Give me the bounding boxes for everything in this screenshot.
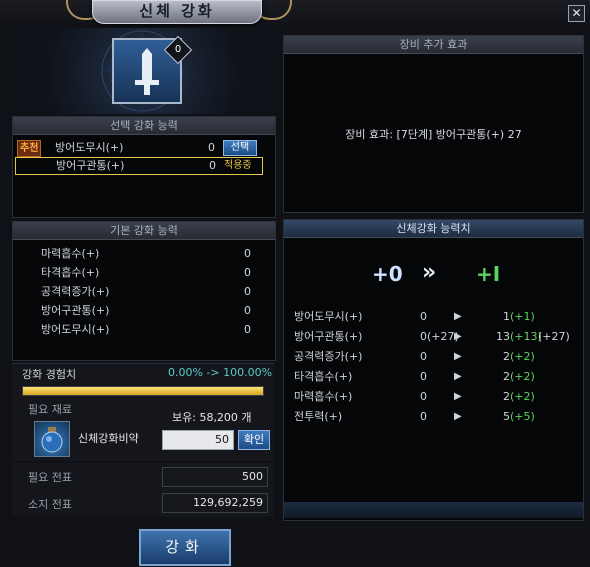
stats-footer xyxy=(284,502,583,518)
experience-bar xyxy=(22,386,264,396)
equip-effect-text: 장비 효과: [7단계] 방어구관통(+) 27 xyxy=(345,128,522,141)
owned-tickets-label: 소지 전표 xyxy=(28,498,72,511)
ability-value: 0 xyxy=(244,285,251,298)
owned-count: 보유: 58,200 개 xyxy=(172,411,252,424)
cost-section: 필요 전표 500 소지 전표 129,692,259 xyxy=(12,463,274,517)
owned-tickets-value: 129,692,259 xyxy=(162,493,268,513)
stats-header: 신체강화 능력치 xyxy=(284,220,583,238)
stat-before: 0 xyxy=(420,370,427,383)
select-button[interactable]: 선택 xyxy=(223,140,257,156)
ability-value: 0 xyxy=(244,323,251,336)
arrow-icon: ▶ xyxy=(454,311,462,322)
enhance-window: 신체 강화 ✕ 0 선택 강화 능력 추천 방어도무시(+) 0 선택 방어구관… xyxy=(0,0,590,567)
stat-delta: (+2) xyxy=(510,350,535,363)
required-tickets-label: 필요 전표 xyxy=(28,471,72,484)
current-level: +0 xyxy=(372,262,403,286)
level-badge: 0 xyxy=(174,44,182,55)
stat-row: 타격흡수(+) 0 ▶ 2 (+2) xyxy=(294,368,579,386)
selected-ability-row-active[interactable]: 방어구관통(+) 0 적용중 xyxy=(15,157,263,175)
arrow-icon: ▶ xyxy=(454,351,462,362)
ability-name: 방어구관통(+) xyxy=(56,159,125,172)
base-ability-header: 기본 강화 능력 xyxy=(13,222,275,240)
list-item: 공격력증가(+) 0 xyxy=(41,283,261,301)
icon-area: 0 xyxy=(12,28,274,114)
stat-delta: (+1) xyxy=(510,310,535,323)
stat-after: 1 xyxy=(503,310,510,323)
stat-name: 방어구관통(+) xyxy=(294,330,363,343)
stat-delta: (+2) xyxy=(510,390,535,403)
ability-value: 0 xyxy=(244,304,251,317)
item-name: 신체강화비약 xyxy=(78,432,139,445)
stat-row: 마력흡수(+) 0 ▶ 2 (+2) xyxy=(294,388,579,406)
material-label: 필요 재료 xyxy=(28,403,72,416)
stat-before: 0 xyxy=(420,310,427,323)
stat-delta: (+2) xyxy=(510,370,535,383)
experience-label: 강화 경험치 xyxy=(22,368,77,381)
potion-bottle-icon xyxy=(41,427,63,453)
stat-name: 전투력(+) xyxy=(294,410,343,423)
selected-ability-row[interactable]: 추천 방어도무시(+) 0 선택 xyxy=(13,139,275,157)
ability-name: 방어구관통(+) xyxy=(41,304,110,317)
experience-section: 강화 경험치 0.00% -> 100.00% xyxy=(12,363,274,398)
list-item: 타격흡수(+) 0 xyxy=(41,264,261,282)
stat-after: 2 xyxy=(503,390,510,403)
stat-before: 0(+27) xyxy=(420,330,459,343)
ability-name: 방어도무시(+) xyxy=(55,141,124,154)
enhance-button[interactable]: 강화 xyxy=(139,529,231,566)
ability-name: 마력흡수(+) xyxy=(41,247,100,260)
list-item: 방어구관통(+) 0 xyxy=(41,302,261,320)
stats-panel: 신체강화 능력치 +0 » +I 방어도무시(+) 0 ▶ 1 (+1) 방어구… xyxy=(283,219,584,521)
list-item: 마력흡수(+) 0 xyxy=(41,245,261,263)
selected-ability-header: 선택 강화 능력 xyxy=(13,117,275,135)
arrow-icon: ▶ xyxy=(454,331,462,342)
stat-after: 13 xyxy=(496,330,510,343)
list-item: 방어도무시(+) 0 xyxy=(41,321,261,339)
stat-row: 전투력(+) 0 ▶ 5 (+5) xyxy=(294,408,579,426)
stat-equip-bonus: (+27) xyxy=(538,330,570,343)
stat-after: 2 xyxy=(503,350,510,363)
potion-icon[interactable] xyxy=(34,421,70,457)
equip-effect-header: 장비 추가 효과 xyxy=(284,36,583,54)
stat-after: 2 xyxy=(503,370,510,383)
ability-name: 공격력증가(+) xyxy=(41,285,110,298)
ability-value: 0 xyxy=(244,266,251,279)
arrow-icon: ▶ xyxy=(454,371,462,382)
ability-value: 0 xyxy=(208,141,215,154)
equip-effect-panel: 장비 추가 효과 장비 효과: [7단계] 방어구관통(+) 27 xyxy=(283,35,584,213)
confirm-button[interactable]: 확인 xyxy=(238,430,270,450)
stat-name: 타격흡수(+) xyxy=(294,370,353,383)
experience-value: 0.00% -> 100.00% xyxy=(168,366,273,379)
stat-delta: (+5) xyxy=(510,410,535,423)
stat-name: 방어도무시(+) xyxy=(294,310,363,323)
stat-before: 0 xyxy=(420,410,427,423)
stat-row: 방어도무시(+) 0 ▶ 1 (+1) xyxy=(294,308,579,326)
base-ability-panel: 기본 강화 능력 마력흡수(+) 0 타격흡수(+) 0 공격력증가(+) 0 … xyxy=(12,221,276,361)
recommend-badge: 추천 xyxy=(17,140,42,157)
stat-name: 마력흡수(+) xyxy=(294,390,353,403)
window-title: 신체 강화 xyxy=(92,0,262,24)
experience-bar-fill xyxy=(23,387,263,395)
arrow-icon: ▶ xyxy=(454,411,462,422)
ability-name: 타격흡수(+) xyxy=(41,266,100,279)
close-button[interactable]: ✕ xyxy=(568,5,585,22)
required-tickets-value: 500 xyxy=(162,467,268,487)
applied-status: 적용중 xyxy=(224,160,252,171)
stat-before: 0 xyxy=(420,350,427,363)
material-section: 필요 재료 보유: 58,200 개 신체강화비약 50 확인 xyxy=(12,397,274,461)
stat-after: 5 xyxy=(503,410,510,423)
quantity-input[interactable]: 50 xyxy=(162,430,234,450)
selected-ability-panel: 선택 강화 능력 추천 방어도무시(+) 0 선택 방어구관통(+) 0 적용중 xyxy=(12,116,276,218)
stat-before: 0 xyxy=(420,390,427,403)
arrow-icon: ▶ xyxy=(454,391,462,402)
stat-row: 방어구관통(+) 0(+27) ▶ 13 (+13) (+27) xyxy=(294,328,579,346)
ability-name: 방어도무시(+) xyxy=(41,323,110,336)
stat-row: 공격력증가(+) 0 ▶ 2 (+2) xyxy=(294,348,579,366)
ability-value: 0 xyxy=(209,159,216,172)
stat-name: 공격력증가(+) xyxy=(294,350,363,363)
level-arrow-icon: » xyxy=(422,260,437,285)
ability-value: 0 xyxy=(244,247,251,260)
next-level: +I xyxy=(476,262,501,286)
